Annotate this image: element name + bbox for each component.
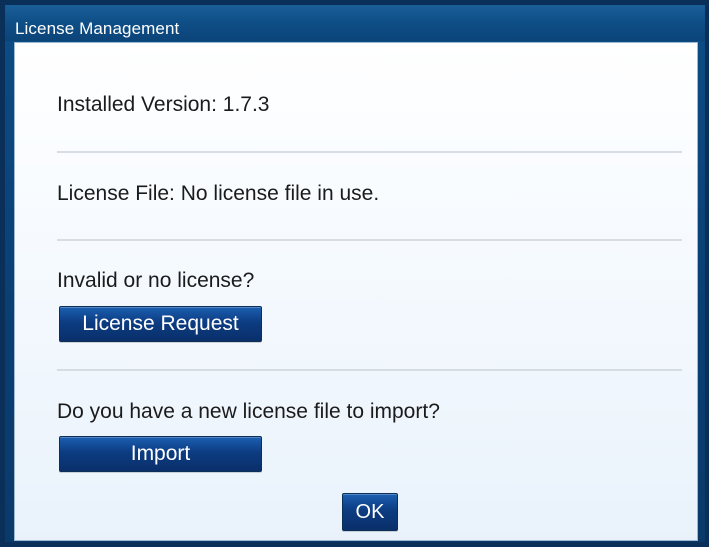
import-button[interactable]: Import — [59, 436, 262, 472]
ok-button[interactable]: OK — [342, 493, 398, 531]
divider-3 — [57, 369, 682, 371]
divider-2 — [57, 239, 682, 241]
license-file-label: License File: No license file in use. — [57, 182, 380, 205]
window-title: License Management — [15, 19, 180, 38]
content-panel: Installed Version: 1.7.3 License File: N… — [14, 42, 698, 541]
invalid-license-prompt: Invalid or no license? — [57, 269, 255, 292]
titlebar[interactable]: License Management — [5, 5, 705, 41]
import-prompt: Do you have a new license file to import… — [57, 400, 440, 423]
license-request-button[interactable]: License Request — [59, 306, 262, 342]
license-management-window: License Management Installed Version: 1.… — [0, 0, 709, 547]
divider-1 — [57, 151, 682, 153]
installed-version-label: Installed Version: 1.7.3 — [57, 93, 270, 116]
